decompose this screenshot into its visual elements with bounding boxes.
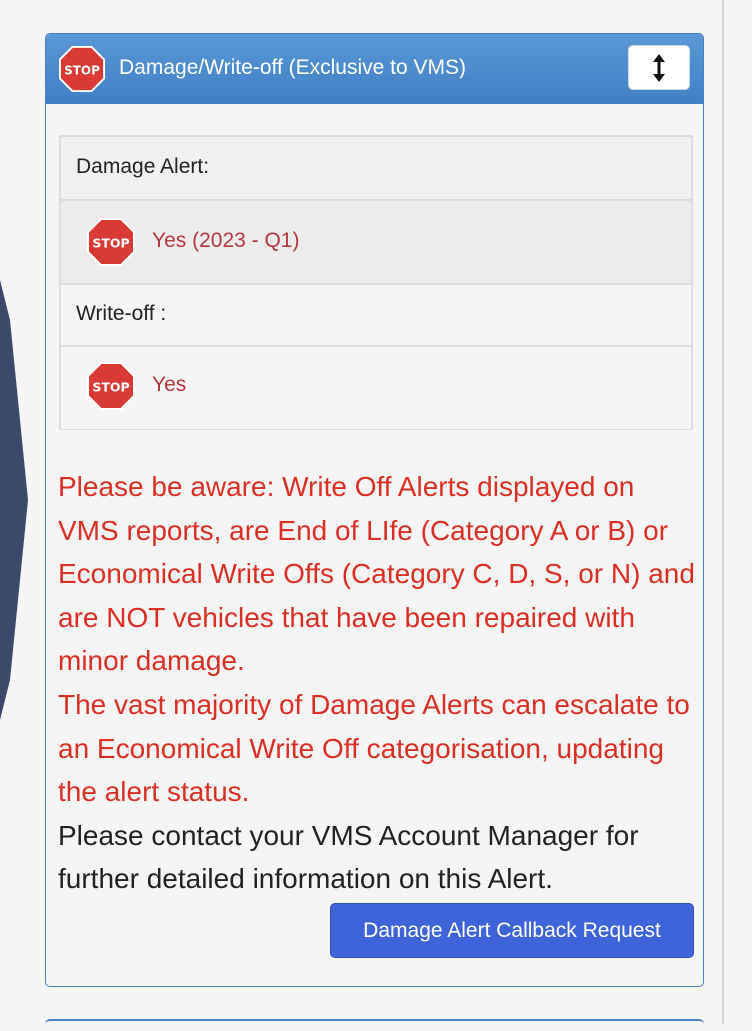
carousel-arrow-shape xyxy=(0,280,28,720)
damage-alert-value-row: STOP Yes (2023 - Q1) xyxy=(61,201,691,285)
writeoff-notice: Please be aware: Write Off Alerts displa… xyxy=(58,465,698,901)
writeoff-label-row: Write-off : xyxy=(61,285,691,347)
next-panel-edge xyxy=(45,1019,704,1031)
notice-paragraph-2: The vast majority of Damage Alerts can e… xyxy=(58,688,690,808)
notice-paragraph-1: Please be aware: Write Off Alerts displa… xyxy=(58,471,695,677)
stop-sign-icon: STOP xyxy=(59,46,105,92)
svg-text:STOP: STOP xyxy=(92,380,129,395)
writeoff-value-row: STOP Yes xyxy=(61,347,691,429)
stop-sign-icon: STOP xyxy=(87,218,135,266)
damage-alert-label-row: Damage Alert: xyxy=(61,137,691,201)
damage-writeoff-panel: STOP Damage/Write-off (Exclusive to VMS)… xyxy=(45,33,704,987)
expand-collapse-button[interactable] xyxy=(628,45,690,90)
svg-text:STOP: STOP xyxy=(64,63,100,77)
svg-text:STOP: STOP xyxy=(92,236,129,251)
page-edge-divider xyxy=(722,0,724,1024)
panel-header: STOP Damage/Write-off (Exclusive to VMS) xyxy=(46,34,703,104)
damage-alert-value: Yes (2023 - Q1) xyxy=(152,229,300,252)
stop-sign-icon: STOP xyxy=(87,362,135,410)
vertical-resize-icon xyxy=(653,53,665,82)
writeoff-label: Write-off : xyxy=(76,302,167,325)
alert-status-table: Damage Alert: STOP Yes (2023 - Q1) Write… xyxy=(59,135,693,430)
panel-title: Damage/Write-off (Exclusive to VMS) xyxy=(119,56,466,79)
damage-alert-callback-button[interactable]: Damage Alert Callback Request xyxy=(330,903,694,958)
damage-alert-label: Damage Alert: xyxy=(76,155,210,178)
notice-paragraph-3: Please contact your VMS Account Manager … xyxy=(58,819,639,895)
writeoff-value: Yes xyxy=(152,373,187,396)
